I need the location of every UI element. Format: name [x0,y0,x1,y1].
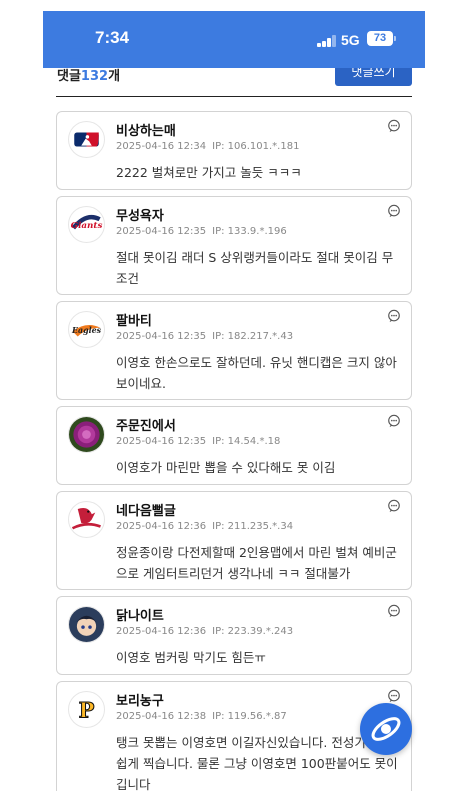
svg-text:Giants: Giants [71,221,103,231]
comment-meta: 2025-04-16 12:35 IP: 182.217.*.43 [116,331,293,342]
comment-nickname[interactable]: 무성욕자 [116,205,164,224]
comment-date: 2025-04-16 12:36 [116,521,207,532]
network-type: 5G [341,32,360,48]
comment-text: 정윤종이랑 다전제할때 2인용맵에서 마린 벌쳐 예비군으로 게임터트리던거 생… [116,545,397,581]
svg-text:Eagles: Eagles [71,326,102,335]
reply-icon[interactable] [387,204,401,218]
comment-meta: 2025-04-16 12:35 IP: 133.9.*.196 [116,226,287,237]
phone-screen: 7:34 5G 73 댓글132개 댓글쓰기 비상하는매 2025-04-16 … [43,0,425,791]
comment-date: 2025-04-16 12:35 [116,436,207,447]
reply-icon[interactable] [387,119,401,133]
status-time: 7:34 [95,28,130,47]
comment-meta: 2025-04-16 12:36 IP: 211.235.*.34 [116,521,293,532]
comment-card: 네다음뻘글 2025-04-16 12:36 IP: 211.235.*.34 정… [56,491,412,590]
comment-ip: IP: 14.54.*.18 [212,436,281,447]
comment-nickname[interactable]: 주문진에서 [116,415,176,434]
floating-action-button[interactable] [360,703,412,755]
comment-ip: IP: 211.235.*.34 [212,521,294,532]
comment-nickname[interactable]: 비상하는매 [116,120,176,139]
comment-text: 절대 못이김 래더 S 상위랭커들이라도 절대 못이김 무조건 [116,250,394,286]
comment-meta: 2025-04-16 12:35 IP: 14.54.*.18 [116,436,280,447]
comment-ip: IP: 106.101.*.181 [212,141,300,152]
giants-logo-icon[interactable]: Giants [68,206,105,243]
comment-count-label: 댓글 [57,69,81,84]
reply-icon[interactable] [387,499,401,513]
reply-icon[interactable] [387,414,401,428]
comment-date: 2025-04-16 12:35 [116,331,207,342]
comment-date: 2025-04-16 12:35 [116,226,207,237]
comment-card: 주문진에서 2025-04-16 12:35 IP: 14.54.*.18 이영호… [56,406,412,485]
comment-text: 이영호가 마린만 뽑을 수 있다해도 못 이김 [116,460,336,475]
comment-text: 이영호 한손으로도 잘하던데. 유닛 핸디캡은 크지 않아보이네요. [116,355,397,391]
comment-ip: IP: 133.9.*.196 [212,226,287,237]
battery-tip [394,36,396,41]
comment-meta: 2025-04-16 12:36 IP: 223.39.*.243 [116,626,293,637]
reply-icon[interactable] [387,689,401,703]
anime-avatar-icon[interactable] [68,606,105,643]
comment-count-suffix: 개 [108,69,121,84]
comment-ip: IP: 223.39.*.243 [212,626,294,637]
comment-meta: 2025-04-16 12:38 IP: 119.56.*.87 [116,711,287,722]
comment-ip: IP: 182.217.*.43 [212,331,294,342]
cardinals-logo-icon[interactable] [68,501,105,538]
comment-text: 이영호 범커링 막기도 힘든ㅠ [116,650,266,665]
reply-icon[interactable] [387,309,401,323]
mlb-logo-icon[interactable] [68,121,105,158]
flower-avatar-icon[interactable] [68,416,105,453]
comment-card: 비상하는매 2025-04-16 12:34 IP: 106.101.*.181 … [56,111,412,190]
comment-card: Giants 무성욕자 2025-04-16 12:35 IP: 133.9.*.… [56,196,412,295]
signal-icon [317,35,337,47]
comment-nickname[interactable]: 팔바티 [116,310,152,329]
pirates-logo-icon[interactable]: P [68,691,105,728]
comment-meta: 2025-04-16 12:34 IP: 106.101.*.181 [116,141,299,152]
comment-ip: IP: 119.56.*.87 [212,711,287,722]
orbit-icon [371,717,401,741]
comment-nickname[interactable]: 보리농구 [116,690,164,709]
comment-count-number: 132 [80,69,109,84]
status-bar: 7:34 5G 73 [43,11,425,68]
comment-card: P 보리농구 2025-04-16 12:38 IP: 119.56.*.87 탱… [56,681,412,791]
comment-nickname[interactable]: 닭나이트 [116,605,164,624]
battery-icon: 73 [367,31,393,46]
reply-icon[interactable] [387,604,401,618]
comment-card: Eagles 팔바티 2025-04-16 12:35 IP: 182.217.*… [56,301,412,400]
svg-text:P: P [79,697,95,722]
eagles-logo-icon[interactable]: Eagles [68,311,105,348]
comment-card: 닭나이트 2025-04-16 12:36 IP: 223.39.*.243 이영… [56,596,412,675]
comment-nickname[interactable]: 네다음뻘글 [116,500,176,519]
comment-date: 2025-04-16 12:38 [116,711,207,722]
comment-date: 2025-04-16 12:36 [116,626,207,637]
comment-date: 2025-04-16 12:34 [116,141,207,152]
comment-text: 2222 벌쳐로만 가지고 놀듯 ㅋㅋㅋ [116,165,302,180]
